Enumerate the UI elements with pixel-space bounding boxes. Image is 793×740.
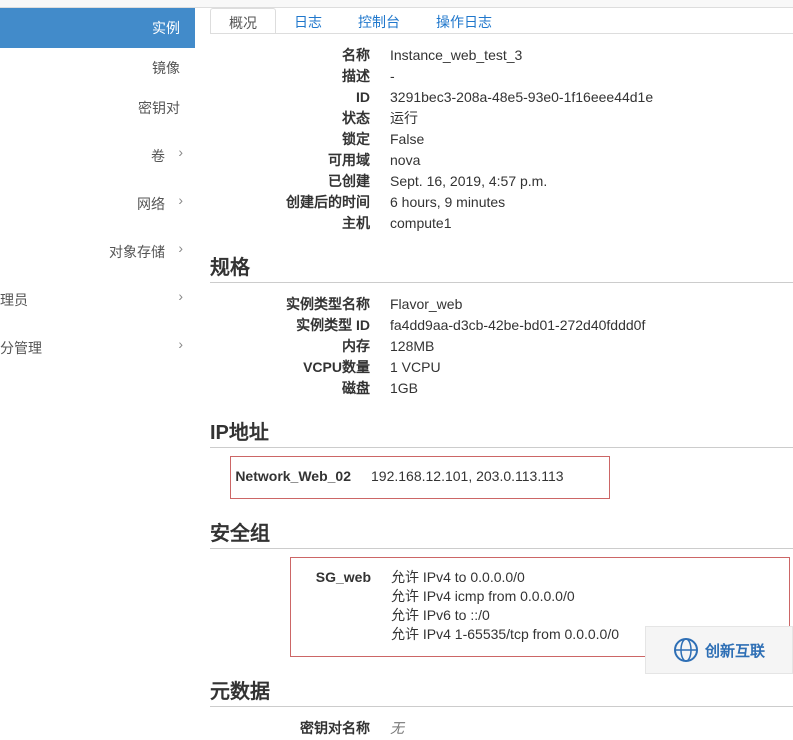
secgroup-rule: 允许 IPv4 icmp from 0.0.0.0/0 [391, 587, 789, 606]
label-disk: 磁盘 [230, 379, 390, 398]
watermark: 创新互联 [645, 626, 793, 674]
topbar [0, 0, 793, 8]
chevron-right-icon: › [178, 240, 183, 256]
secgroup-rule: 允许 IPv4 to 0.0.0.0/0 [391, 568, 789, 587]
label-status: 状态 [230, 109, 390, 128]
sidebar-item-object-store[interactable]: 对象存储 › [0, 224, 195, 272]
sidebar-item-label: 镜像 [152, 60, 180, 76]
tab-log[interactable]: 日志 [276, 8, 340, 34]
heading-spec: 规格 [210, 251, 793, 283]
sidebar-item-label: 对象存储 [109, 244, 165, 260]
label-az: 可用域 [230, 151, 390, 170]
label-uptime: 创建后的时间 [230, 193, 390, 212]
label-desc: 描述 [230, 67, 390, 86]
sidebar-item-label: 实例 [152, 20, 180, 36]
value-status: 运行 [390, 109, 793, 128]
label-flavor-id: 实例类型 ID [230, 316, 390, 335]
tab-underline [210, 33, 793, 34]
value-ram: 128MB [390, 337, 793, 356]
label-network: Network_Web_02 [231, 467, 371, 486]
value-flavor-name: Flavor_web [390, 295, 793, 314]
secgroup-rule: 允许 IPv6 to ::/0 [391, 606, 789, 625]
tab-label: 日志 [294, 14, 322, 30]
sidebar: 实例 镜像 密钥对 卷 › 网络 › 对象存储 › 理员 › 分管理 › [0, 8, 195, 674]
heading-ip: IP地址 [210, 416, 793, 448]
heading-secgroup: 安全组 [210, 517, 793, 549]
tab-label: 概况 [229, 15, 257, 31]
value-keypair-text: 无 [390, 720, 404, 736]
tab-label: 操作日志 [436, 14, 492, 30]
sidebar-item-label: 分管理 [0, 340, 42, 356]
value-id: 3291bec3-208a-48e5-93e0-1f16eee44d1e [390, 88, 793, 107]
watermark-text: 创新互联 [705, 640, 765, 661]
sidebar-item-identity[interactable]: 分管理 › [0, 320, 195, 368]
tab-overview[interactable]: 概况 [210, 8, 276, 34]
label-id: ID [230, 88, 390, 107]
value-host: compute1 [390, 214, 793, 233]
chevron-right-icon: › [178, 144, 183, 160]
overview-block: 名称Instance_web_test_3 描述- ID3291bec3-208… [230, 46, 793, 233]
sidebar-item-images[interactable]: 镜像 [0, 48, 195, 88]
value-az: nova [390, 151, 793, 170]
label-secgroup: SG_web [291, 568, 391, 644]
label-flavor-name: 实例类型名称 [230, 295, 390, 314]
value-desc: - [390, 67, 793, 86]
sidebar-item-label: 理员 [0, 292, 28, 308]
value-disk: 1GB [390, 379, 793, 398]
chevron-right-icon: › [178, 336, 183, 352]
sidebar-item-network[interactable]: 网络 › [0, 176, 195, 224]
sidebar-item-label: 网络 [137, 196, 165, 212]
chevron-right-icon: › [178, 192, 183, 208]
heading-metadata: 元数据 [210, 675, 793, 707]
globe-icon [673, 637, 699, 663]
label-locked: 锁定 [230, 130, 390, 149]
tab-action-log[interactable]: 操作日志 [418, 8, 510, 34]
label-created: 已创建 [230, 172, 390, 191]
sidebar-item-volumes[interactable]: 卷 › [0, 128, 195, 176]
sidebar-item-instances[interactable]: 实例 [0, 8, 195, 48]
value-name: Instance_web_test_3 [390, 46, 793, 65]
label-vcpu: VCPU数量 [230, 358, 390, 377]
tab-console[interactable]: 控制台 [340, 8, 418, 34]
label-host: 主机 [230, 214, 390, 233]
watermark-logo: 创新互联 [673, 637, 765, 663]
value-uptime: 6 hours, 9 minutes [390, 193, 793, 212]
tab-label: 控制台 [358, 14, 400, 30]
value-created: Sept. 16, 2019, 4:57 p.m. [390, 172, 793, 191]
value-locked: False [390, 130, 793, 149]
value-ip-addresses: 192.168.12.101, 203.0.113.113 [371, 467, 609, 486]
value-flavor-id: fa4dd9aa-d3cb-42be-bd01-272d40fddd0f [390, 316, 793, 335]
label-keypair: 密钥对名称 [230, 719, 390, 738]
sidebar-item-label: 卷 [151, 148, 165, 164]
sidebar-item-label: 密钥对 [138, 100, 180, 116]
spec-block: 实例类型名称Flavor_web 实例类型 IDfa4dd9aa-d3cb-42… [230, 295, 793, 398]
chevron-right-icon: › [178, 288, 183, 304]
tabs: 概况 日志 控制台 操作日志 [210, 8, 793, 34]
sidebar-item-admin[interactable]: 理员 › [0, 272, 195, 320]
sidebar-item-keypairs[interactable]: 密钥对 [0, 88, 195, 128]
ip-box: Network_Web_02192.168.12.101, 203.0.113.… [230, 456, 610, 499]
metadata-block: 密钥对名称无 [230, 719, 793, 738]
value-vcpu: 1 VCPU [390, 358, 793, 377]
label-name: 名称 [230, 46, 390, 65]
label-ram: 内存 [230, 337, 390, 356]
value-keypair: 无 [390, 719, 793, 738]
